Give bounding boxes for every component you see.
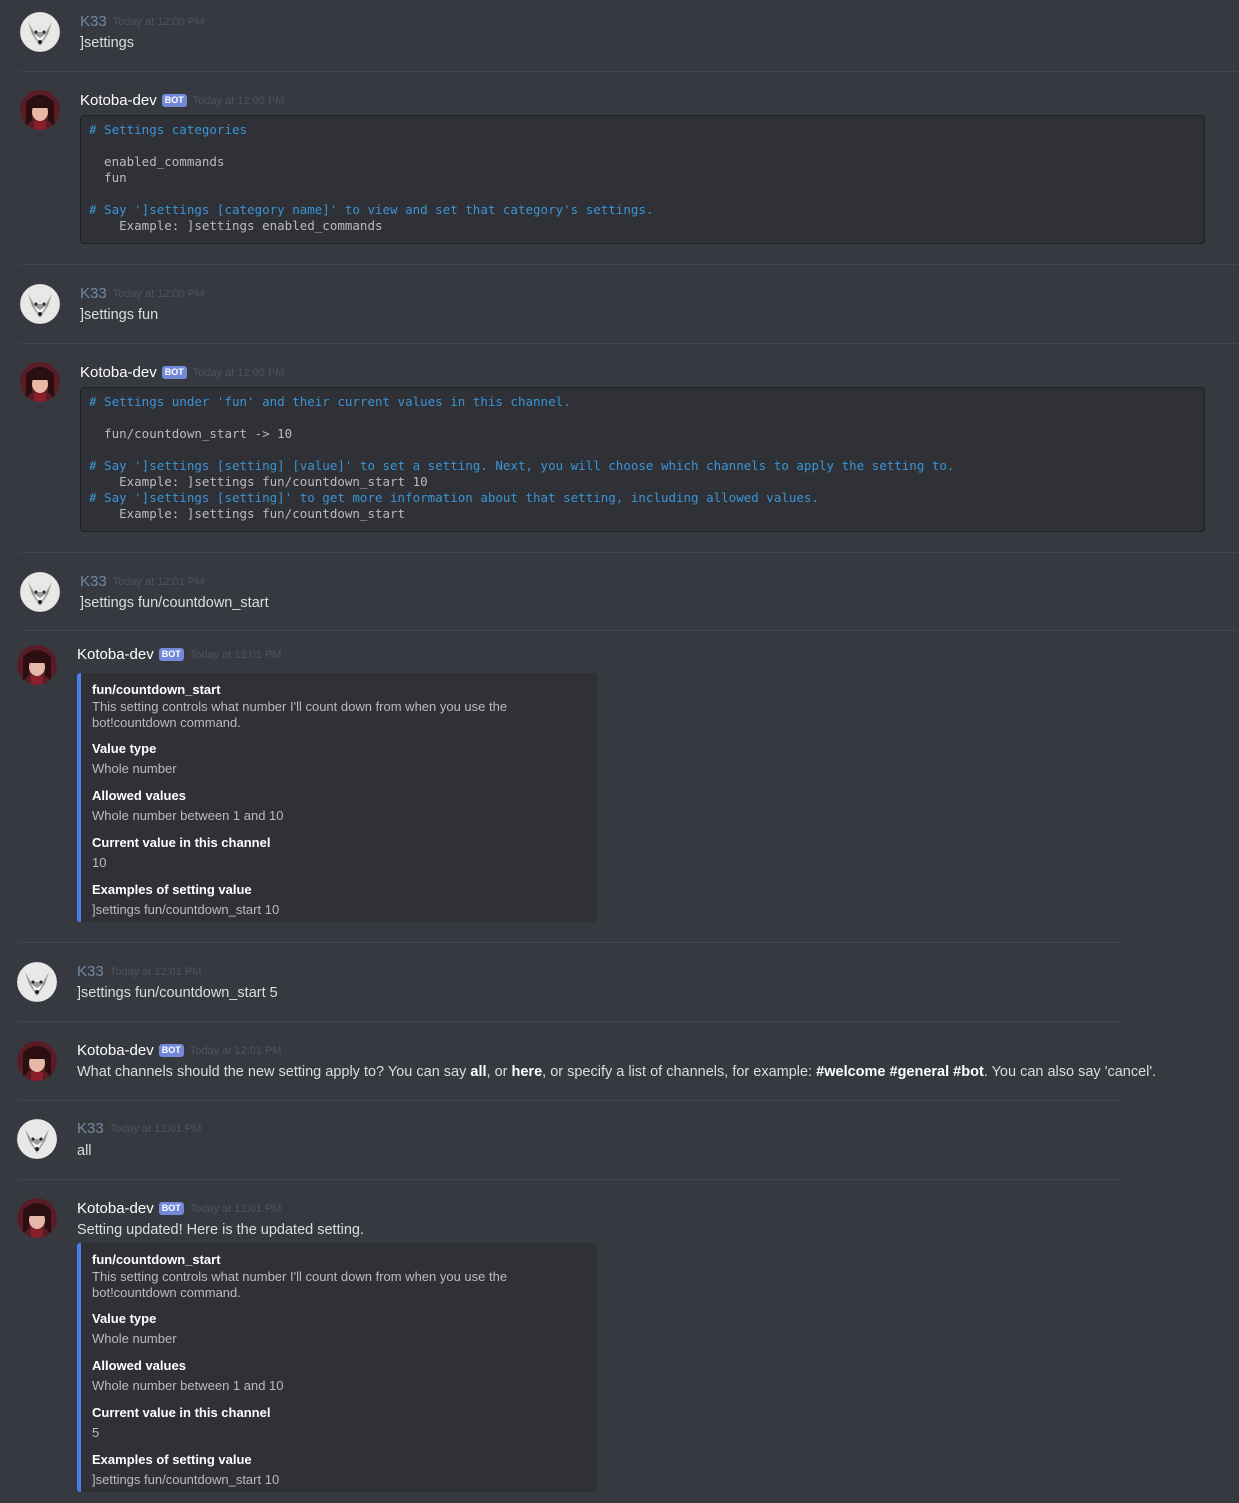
message-divider	[17, 942, 1123, 943]
text-segment: , or specify a list of channels, for exa…	[542, 1064, 817, 1080]
wolf-avatar-icon[interactable]	[20, 284, 60, 324]
message-divider	[20, 630, 1239, 631]
timestamp: Today at 12:01 PM	[109, 1123, 202, 1135]
wolf-avatar-icon[interactable]	[17, 962, 57, 1002]
author-name[interactable]: Kotoba-dev	[77, 1200, 154, 1217]
code-line: # Say ']settings [setting]' to get more …	[89, 490, 819, 505]
code-line: Example: ]settings enabled_commands	[89, 218, 383, 233]
code-line: Example: ]settings fun/countdown_start 1…	[89, 474, 428, 489]
wolf-avatar-icon[interactable]	[20, 572, 60, 612]
text-segment: . You can also say 'cancel'.	[983, 1064, 1157, 1080]
code-line: # Say ']settings [setting] [value]' to s…	[89, 458, 955, 473]
embed-field-name: Current value in this channel	[92, 835, 271, 850]
timestamp: Today at 12:00 PM	[112, 16, 205, 28]
anime-girl-avatar-icon[interactable]	[17, 1041, 57, 1081]
text-segment: What channels should the new setting app…	[77, 1064, 471, 1080]
author-name[interactable]: Kotoba-dev	[80, 364, 157, 381]
embed-field-value: Whole number between 1 and 10	[92, 1378, 284, 1393]
option-all: all	[470, 1064, 487, 1080]
anime-girl-avatar-icon[interactable]	[20, 362, 60, 402]
message-text: ]settings fun/countdown_start 5	[77, 985, 278, 1001]
embed-field-name: Allowed values	[92, 1358, 186, 1373]
author-name[interactable]: K33	[80, 13, 107, 30]
embed-field-value: Whole number	[92, 761, 177, 776]
timestamp: Today at 12:01 PM	[109, 966, 202, 978]
bot-badge: BOT	[158, 1202, 184, 1215]
code-block: # Settings under 'fun' and their current…	[80, 387, 1205, 532]
author-name[interactable]: K33	[77, 963, 104, 980]
bot-badge: BOT	[161, 94, 187, 107]
author-name[interactable]: Kotoba-dev	[80, 92, 157, 109]
embed-field-value: Whole number	[92, 1331, 177, 1346]
message-divider	[20, 71, 1239, 72]
embed-description: This setting controls what number I'll c…	[92, 699, 508, 730]
author-name[interactable]: Kotoba-dev	[77, 646, 154, 663]
setting-embed: fun/countdown_start This setting control…	[77, 673, 597, 922]
embed-title: fun/countdown_start	[92, 682, 221, 697]
anime-girl-avatar-icon[interactable]	[20, 90, 60, 130]
embed-field-name: Value type	[92, 741, 157, 756]
timestamp: Today at 12:00 PM	[192, 367, 285, 379]
message-text: What channels should the new setting app…	[77, 1064, 1156, 1080]
code-line: # Say ']settings [category name]' to vie…	[89, 202, 654, 217]
code-line: # Settings categories	[89, 122, 248, 137]
timestamp: Today at 12:00 PM	[192, 95, 285, 107]
code-block: # Settings categories enabled_commands f…	[80, 115, 1205, 244]
embed-field-value: ]settings fun/countdown_start 10	[92, 1472, 280, 1487]
message-divider	[20, 552, 1239, 553]
channel-list-example: #welcome #general #bot	[816, 1064, 984, 1080]
message-text: ]settings	[80, 35, 134, 51]
bot-badge: BOT	[158, 1044, 184, 1057]
bot-badge: BOT	[161, 366, 187, 379]
anime-girl-avatar-icon[interactable]	[17, 1198, 57, 1238]
embed-field-value: Whole number between 1 and 10	[92, 808, 284, 823]
embed-field-value: 5	[92, 1425, 100, 1440]
message-text: all	[77, 1143, 92, 1159]
embed-title: fun/countdown_start	[92, 1252, 221, 1267]
timestamp: Today at 12:01 PM	[112, 576, 205, 588]
timestamp: Today at 12:01 PM	[189, 649, 282, 661]
code-line: enabled_commands	[89, 154, 225, 169]
message-text: Setting updated! Here is the updated set…	[77, 1222, 364, 1238]
author-name[interactable]: K33	[77, 1120, 104, 1137]
message-text: ]settings fun	[80, 307, 159, 323]
embed-description: This setting controls what number I'll c…	[92, 1269, 508, 1300]
wolf-avatar-icon[interactable]	[20, 12, 60, 52]
code-line: fun	[89, 170, 127, 185]
embed-field-name: Examples of setting value	[92, 1452, 252, 1467]
message-divider	[17, 1100, 1123, 1101]
embed-field-name: Allowed values	[92, 788, 186, 803]
author-name[interactable]: K33	[80, 285, 107, 302]
embed-field-name: Current value in this channel	[92, 1405, 271, 1420]
author-name[interactable]: Kotoba-dev	[77, 1042, 154, 1059]
option-here: here	[511, 1064, 543, 1080]
embed-field-value: ]settings fun/countdown_start 10	[92, 902, 280, 917]
timestamp: Today at 12:00 PM	[112, 288, 205, 300]
embed-field-name: Examples of setting value	[92, 882, 252, 897]
code-line: Example: ]settings fun/countdown_start	[89, 506, 406, 521]
code-line: fun/countdown_start -> 10	[89, 426, 293, 441]
anime-girl-avatar-icon[interactable]	[17, 645, 57, 685]
setting-embed: fun/countdown_start This setting control…	[77, 1243, 597, 1492]
embed-field-value: 10	[92, 855, 107, 870]
message-divider	[20, 343, 1239, 344]
message-divider	[17, 1021, 1123, 1022]
embed-field-name: Value type	[92, 1311, 157, 1326]
message-divider	[20, 264, 1239, 265]
message-divider	[17, 1179, 1123, 1180]
timestamp: Today at 12:01 PM	[189, 1203, 282, 1215]
timestamp: Today at 12:01 PM	[189, 1045, 282, 1057]
message-text: ]settings fun/countdown_start	[80, 595, 269, 611]
text-segment: , or	[486, 1064, 512, 1080]
code-line: # Settings under 'fun' and their current…	[89, 394, 571, 409]
wolf-avatar-icon[interactable]	[17, 1119, 57, 1159]
author-name[interactable]: K33	[80, 573, 107, 590]
bot-badge: BOT	[158, 648, 184, 661]
